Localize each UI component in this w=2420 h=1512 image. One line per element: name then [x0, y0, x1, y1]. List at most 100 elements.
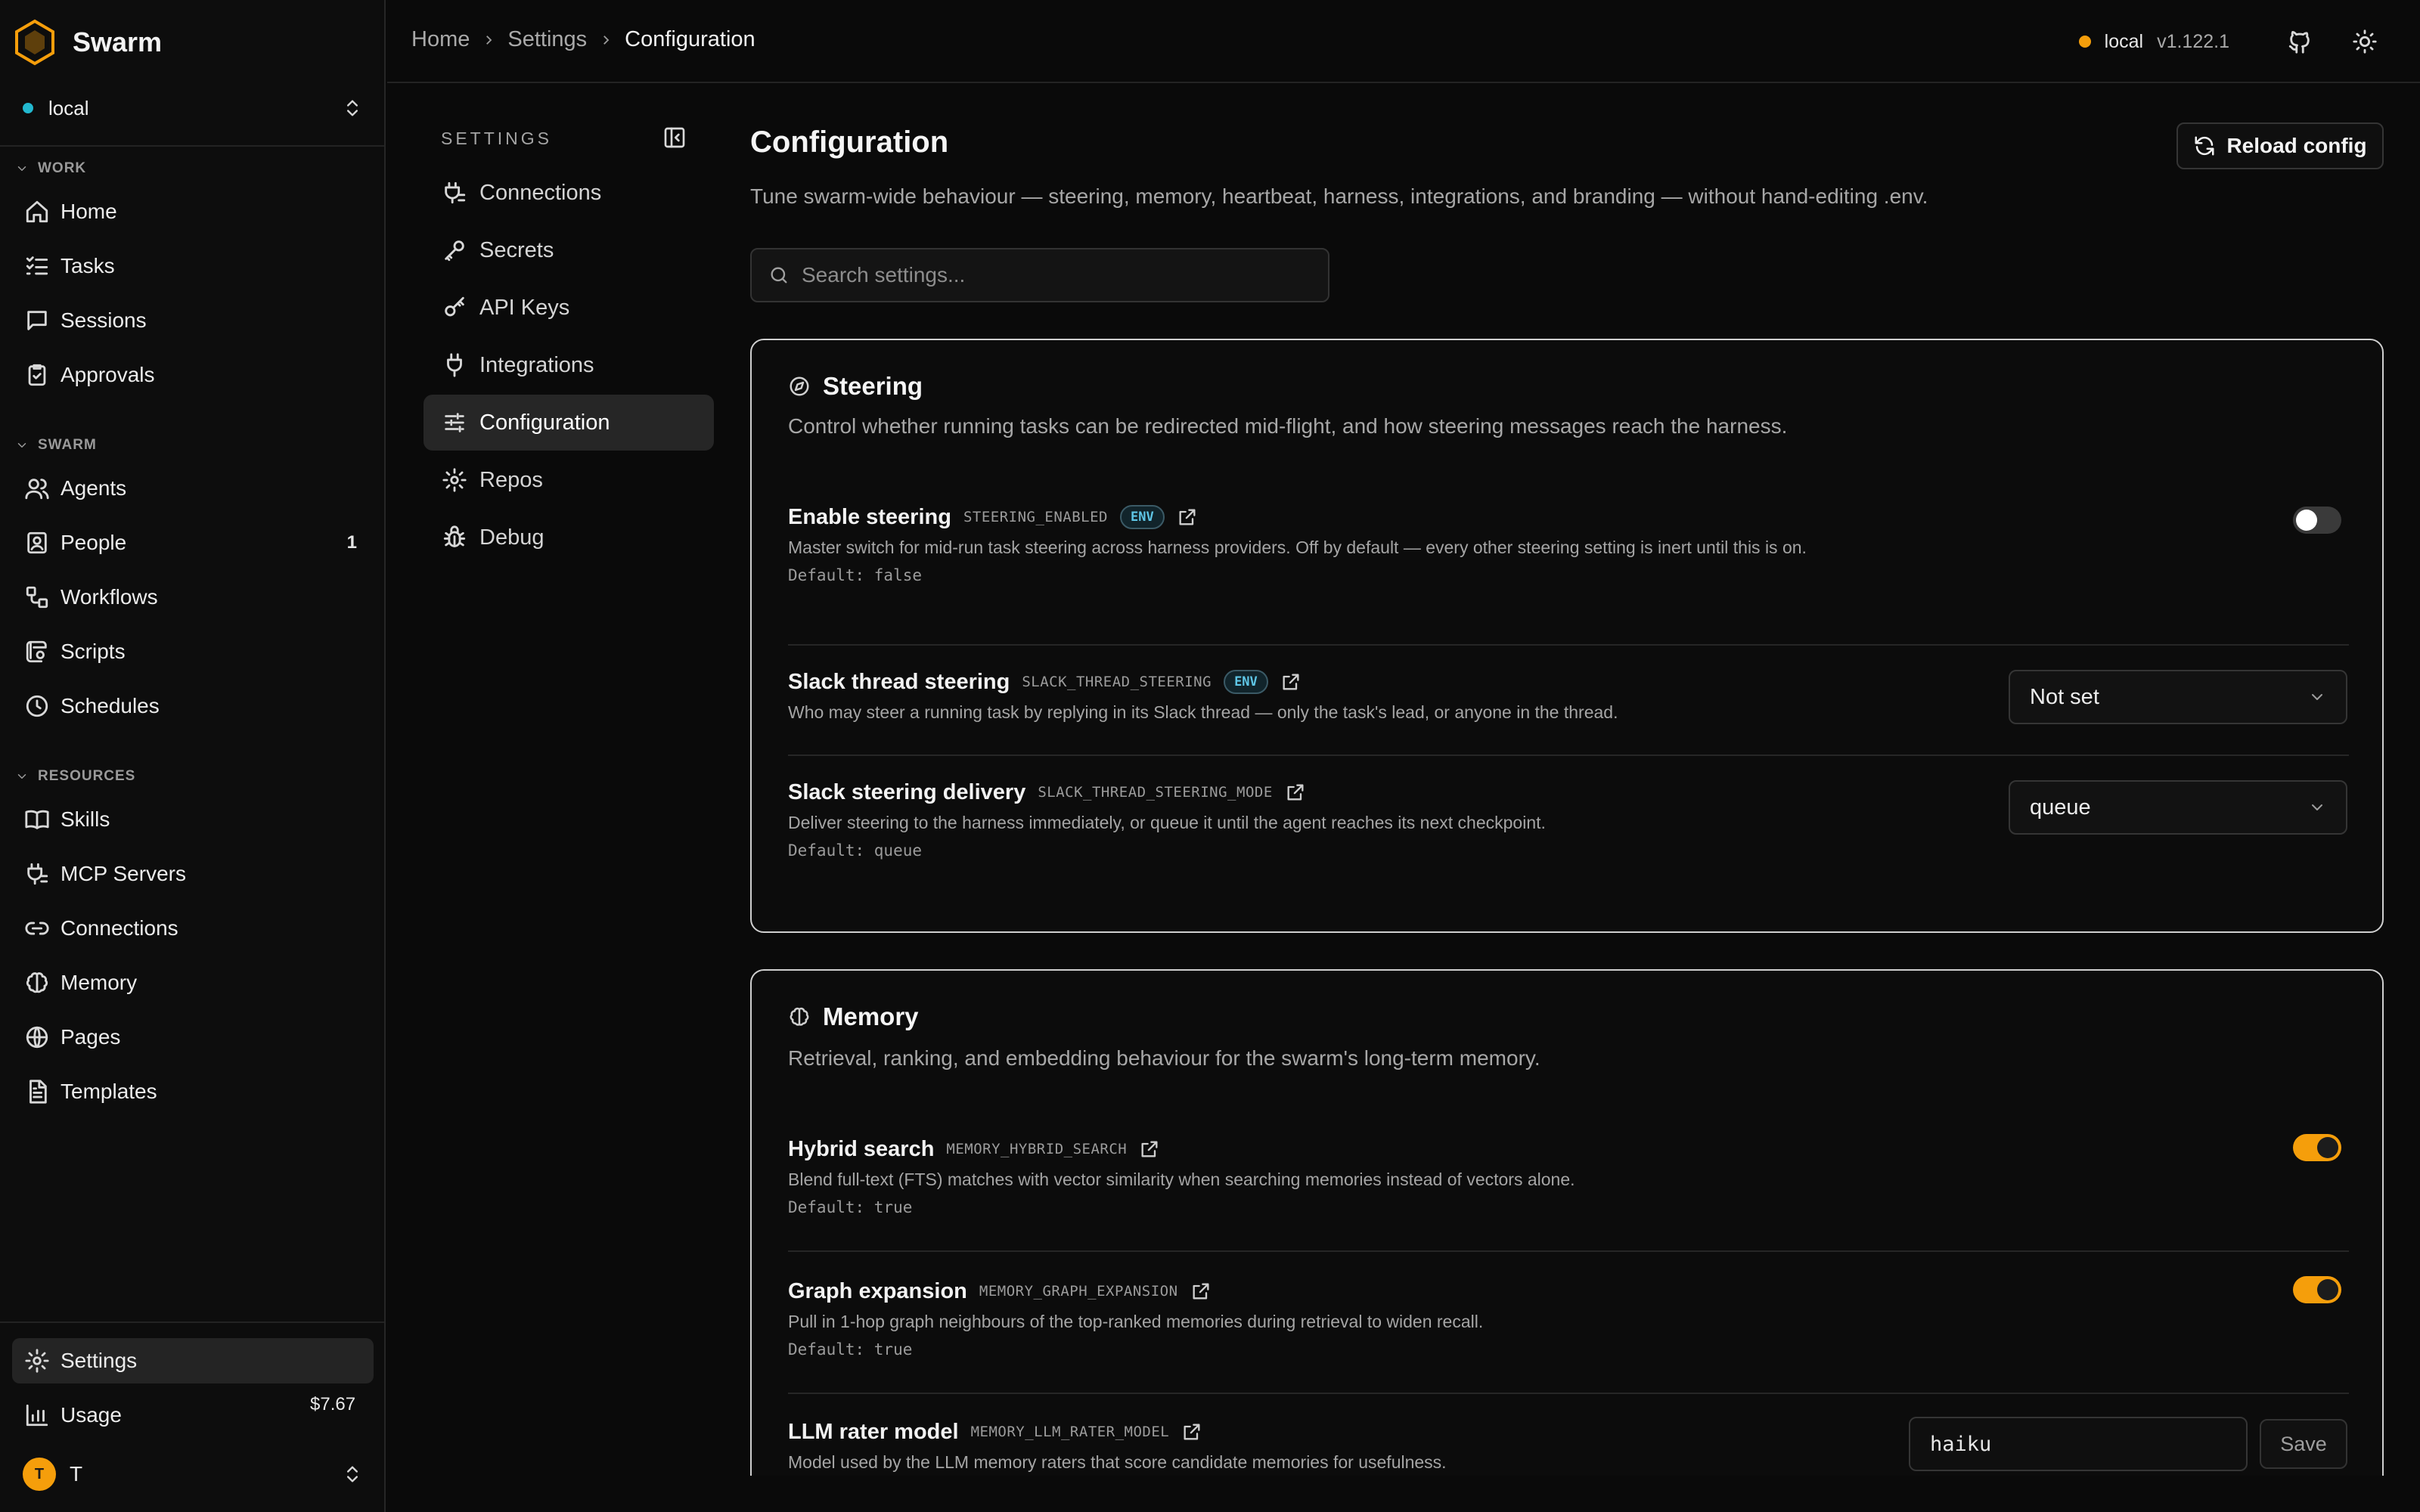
github-button[interactable]	[2282, 24, 2317, 59]
setting-default: Default: queue	[788, 841, 923, 860]
external-link-icon[interactable]	[1181, 1421, 1202, 1442]
setting-name: Enable steering	[788, 504, 951, 529]
setting-key: SLACK_THREAD_STEERING	[1022, 674, 1212, 690]
sidebar-item-home[interactable]: Home	[12, 189, 374, 234]
setting-name: Slack thread steering	[788, 669, 1010, 694]
setting-row-enable-steering: Enable steering STEERING_ENABLED ENV Mas…	[788, 502, 2349, 585]
brain-icon	[790, 1007, 809, 1026]
workspace-switcher[interactable]: local	[23, 89, 363, 127]
select-value: queue	[2030, 795, 2091, 820]
external-link-icon[interactable]	[1139, 1139, 1160, 1160]
sidebar-item-templates[interactable]: Templates	[12, 1069, 374, 1114]
setting-key: STEERING_ENABLED	[963, 509, 1108, 525]
settings-nav-api-keys[interactable]: API Keys	[424, 280, 714, 336]
settings-nav-repos[interactable]: Repos	[424, 452, 714, 508]
sidebar-item-label: Connections	[60, 916, 178, 940]
llm-rater-model-input[interactable]: haiku	[1909, 1417, 2248, 1471]
enable-steering-toggle[interactable]	[2293, 507, 2341, 534]
reload-config-button[interactable]: Reload config	[2176, 122, 2384, 169]
sidebar-item-approvals[interactable]: Approvals	[12, 352, 374, 398]
sidebar-item-mcp-servers[interactable]: MCP Servers	[12, 851, 374, 897]
sidebar-item-sessions[interactable]: Sessions	[12, 298, 374, 343]
setting-name: Slack steering delivery	[788, 779, 1026, 804]
sidebar-divider	[0, 145, 384, 147]
sidebar-section-swarm[interactable]: SWARM	[15, 437, 97, 454]
bar-chart-icon	[26, 1404, 48, 1427]
sidebar-item-schedules[interactable]: Schedules	[12, 683, 374, 729]
sidebar-section-label: WORK	[38, 160, 87, 176]
memory-card-header: Memory	[788, 1002, 919, 1031]
external-link-icon[interactable]	[1177, 507, 1198, 528]
chevron-down-icon	[17, 443, 26, 448]
chevron-down-icon	[17, 774, 26, 779]
settings-nav-label: Secrets	[479, 237, 554, 262]
document-icon	[29, 1080, 47, 1104]
link-icon	[25, 922, 49, 935]
workflow-icon	[26, 586, 48, 609]
sidebar-item-workflows[interactable]: Workflows	[12, 575, 374, 620]
slack-steering-delivery-select[interactable]: queue	[2009, 780, 2347, 835]
settings-nav-debug[interactable]: Debug	[424, 510, 714, 565]
settings-nav-configuration[interactable]: Configuration	[424, 395, 714, 451]
sidebar-section-work[interactable]: WORK	[15, 160, 86, 177]
steering-card-header: Steering	[788, 372, 923, 401]
sidebar-item-agents[interactable]: Agents	[12, 466, 374, 511]
env-label: local	[2104, 30, 2144, 52]
page-subtitle: Tune swarm-wide behaviour — steering, me…	[750, 184, 1928, 208]
llm-rater-model-save-button[interactable]: Save	[2260, 1419, 2347, 1469]
setting-key: MEMORY_GRAPH_EXPANSION	[979, 1283, 1178, 1300]
setting-key: MEMORY_LLM_RATER_MODEL	[970, 1424, 1170, 1440]
script-icon	[26, 640, 47, 663]
hybrid-search-toggle[interactable]	[2293, 1134, 2341, 1161]
settings-nav-label: Debug	[479, 525, 544, 550]
settings-nav-label: Connections	[479, 180, 602, 205]
viewport-bottom-edge	[387, 1476, 2420, 1512]
external-link-icon[interactable]	[1285, 782, 1306, 803]
sidebar-item-label: Skills	[60, 807, 110, 831]
chevron-down-icon	[2312, 804, 2322, 810]
setting-key: SLACK_THREAD_STEERING_MODE	[1038, 784, 1273, 801]
setting-description: Master switch for mid-run task steering …	[788, 538, 1807, 557]
sliders-icon	[445, 413, 464, 432]
people-count-badge: 1	[346, 532, 357, 553]
settings-nav-heading: SETTINGS	[441, 129, 553, 148]
sidebar-item-memory[interactable]: Memory	[12, 960, 374, 1005]
usage-cost: $7.67	[310, 1394, 356, 1414]
settings-nav-connections[interactable]: Connections	[424, 165, 714, 221]
setting-description: Blend full-text (FTS) matches with vecto…	[788, 1170, 1575, 1189]
settings-nav-label: API Keys	[479, 295, 570, 320]
collapse-settings-nav-button[interactable]	[662, 125, 688, 151]
slack-thread-steering-select[interactable]: Not set	[2009, 670, 2347, 724]
external-link-icon[interactable]	[1280, 671, 1302, 692]
sidebar-item-skills[interactable]: Skills	[12, 797, 374, 842]
search-icon	[771, 267, 787, 284]
breadcrumb-home[interactable]: Home	[411, 27, 470, 52]
sidebar-item-tasks[interactable]: Tasks	[12, 243, 374, 289]
sidebar-item-scripts[interactable]: Scripts	[12, 629, 374, 674]
user-name: T	[70, 1462, 83, 1486]
setting-key: MEMORY_HYBRID_SEARCH	[946, 1141, 1128, 1157]
theme-toggle-button[interactable]	[2347, 24, 2382, 59]
sidebar-item-label: Workflows	[60, 585, 158, 609]
home-icon	[26, 200, 48, 223]
sun-icon	[2353, 29, 2377, 54]
sidebar-item-connections[interactable]: Connections	[12, 906, 374, 951]
app-sidebar: Swarm local WORK Home Tasks Sessions App…	[0, 0, 386, 1512]
settings-nav-secrets[interactable]: Secrets	[424, 222, 714, 278]
sidebar-item-settings[interactable]: Settings	[12, 1338, 374, 1383]
setting-description: Pull in 1-hop graph neighbours of the to…	[788, 1312, 1484, 1331]
gear-icon	[25, 1349, 49, 1373]
graph-expansion-toggle[interactable]	[2293, 1276, 2341, 1303]
search-input[interactable]	[802, 263, 1286, 287]
sidebar-item-label: People	[60, 531, 127, 554]
sidebar-item-people[interactable]: People 1	[12, 520, 374, 565]
plug-icon	[445, 181, 466, 204]
sidebar-item-pages[interactable]: Pages	[12, 1015, 374, 1060]
settings-nav-integrations[interactable]: Integrations	[424, 337, 714, 393]
user-menu[interactable]: T T	[23, 1453, 363, 1495]
breadcrumb-settings[interactable]: Settings	[507, 27, 587, 52]
sidebar-section-resources[interactable]: RESOURCES	[15, 768, 135, 785]
avatar: T	[23, 1458, 56, 1491]
brand[interactable]: Swarm	[11, 18, 162, 67]
external-link-icon[interactable]	[1190, 1281, 1212, 1302]
